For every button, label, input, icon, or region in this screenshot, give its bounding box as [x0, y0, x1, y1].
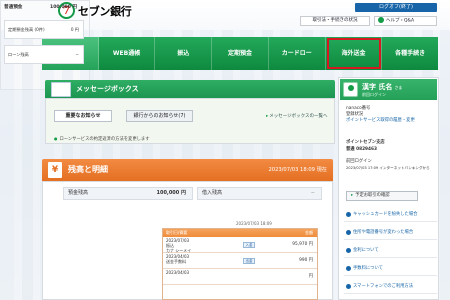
balance-header: ¥ 残高と明細 2023/07/03 18:09 現在: [42, 159, 333, 181]
point-branch-label: ポイントセブン支店: [346, 140, 385, 145]
history-link[interactable]: 取引法・手続きの状況: [300, 16, 370, 26]
user-name: 漢字 氏名 さま: [362, 83, 403, 91]
message-list-link[interactable]: メッセージボックスの一覧へ: [266, 113, 327, 119]
message-box-title: メッセージボックス: [76, 85, 139, 93]
tab-procedures[interactable]: 各種手続き: [382, 37, 438, 70]
row-desc: 送金手数料: [166, 259, 186, 264]
last-login-label: 前回ログイン: [346, 159, 372, 164]
sidebar-link-smartphone[interactable]: スマートフォンでのご利用方法: [344, 280, 437, 294]
help-label: ヘルプ・Q&A: [386, 18, 415, 24]
help-icon: [378, 17, 384, 23]
help-link[interactable]: ヘルプ・Q&A: [374, 16, 437, 26]
row-type-badge: 入金: [243, 242, 255, 248]
user-subtext: 前回ログイン: [362, 92, 386, 97]
user-avatar-icon: [343, 82, 358, 97]
nanaco-label: nanaco番号: [346, 106, 371, 111]
tab-important-notices[interactable]: 重要なお知らせ: [54, 110, 112, 122]
header-type: [213, 229, 263, 237]
ordinary-deposit-label: 普通預金: [4, 5, 23, 10]
sidebar-link-lost-card[interactable]: キャッシュカードを紛失した場合: [344, 208, 437, 222]
row-type-badge: 出金: [243, 258, 255, 264]
nanaco-link[interactable]: ポイントサービス取得の履歴・変更: [346, 118, 415, 123]
fixed-deposit-row[interactable]: 定期預金残高 (0件) 0 円: [4, 20, 84, 39]
loan-balance: 借入残高 −: [197, 187, 322, 200]
brand-name: セブン銀行: [78, 4, 132, 18]
row-amount: 95,970 円: [292, 242, 313, 247]
tab-overseas-remittance[interactable]: 海外送金: [326, 37, 383, 70]
savings-label: 預金残高: [68, 190, 89, 196]
card-loan-row[interactable]: ローン残高 −: [4, 45, 84, 64]
yen-icon: ¥: [48, 162, 62, 178]
logout-button[interactable]: ログオフ(終了): [355, 3, 437, 12]
tab-transfer[interactable]: 振込: [155, 37, 213, 70]
header-date: 取引日/摘要: [166, 230, 188, 235]
savings-value: 100,000 円: [156, 190, 186, 196]
fixed-deposit-label: 定期預金残高 (0件): [8, 27, 45, 32]
sidebar-link-address-change[interactable]: 住所や電話番号が変わった場合: [344, 226, 437, 240]
savings-balance: 預金残高 100,000 円: [63, 187, 193, 200]
main-nav: ホーム WEB通帳 振込 定期預金 カードロー 海外送金 各種手続き: [42, 37, 438, 70]
card-loan-label: ローン残高: [8, 52, 29, 57]
balance-title: 残高と明細: [68, 165, 108, 174]
fixed-deposit-value: 0 円: [70, 27, 79, 32]
nanaco-registration: 登録状況: [346, 112, 364, 117]
tab-web-passbook[interactable]: WEB通帳: [99, 37, 156, 70]
transactions-timestamp: 2023/07/03 18:09: [236, 221, 272, 226]
account-number: 普通 0829463: [346, 147, 378, 152]
profile-card: 漢字 氏名 さま 前回ログイン: [340, 79, 437, 100]
transactions-table: 取引日/摘要 金額 2023/07/03 振込 カナ シーメイ 入金 95,97…: [162, 228, 318, 300]
scheduled-transactions-button[interactable]: 予定お取引の確認: [346, 191, 418, 201]
table-header: 取引日/摘要 金額: [163, 229, 317, 237]
row-amount: 990 円: [299, 258, 313, 263]
row-date: 2023/04/03: [166, 270, 190, 275]
loan-value: −: [310, 190, 315, 196]
ordinary-deposit-value: 100,000 円: [50, 5, 78, 10]
table-row[interactable]: 2023/04/03 送金手数料 出金 990 円: [163, 253, 317, 269]
tab-card-loan[interactable]: カードロー: [269, 37, 326, 70]
loan-label: 借入残高: [202, 190, 223, 196]
header-amount: 金額: [305, 230, 313, 235]
last-login-time: 2023/07/03 17:09 インターネットバンキングから: [346, 166, 430, 170]
tab-time-deposit[interactable]: 定期預金: [212, 37, 269, 70]
row-amount: 円: [308, 274, 313, 279]
envelope-icon: [51, 82, 71, 97]
sidebar-link-interest[interactable]: 金利について: [344, 244, 437, 258]
tab-bank-notices[interactable]: 銀行からのお知らせ(7): [126, 110, 193, 122]
message-notice[interactable]: ローンサービスの約定返済の方法を変更します: [54, 136, 150, 142]
balance-datetime: 2023/07/03 18:09 現在: [268, 167, 327, 173]
card-loan-value: −: [75, 52, 79, 57]
table-row[interactable]: 2023/07/03 振込 カナ シーメイ 入金 95,970 円: [163, 237, 317, 253]
message-box-body: 重要なお知らせ 銀行からのお知らせ(7) メッセージボックスの一覧へ ローンサー…: [45, 98, 335, 144]
table-row[interactable]: 2023/04/03 円: [163, 269, 317, 285]
message-box-header: メッセージボックス: [45, 80, 335, 98]
sidebar-link-fees[interactable]: 手数料について: [344, 262, 437, 276]
